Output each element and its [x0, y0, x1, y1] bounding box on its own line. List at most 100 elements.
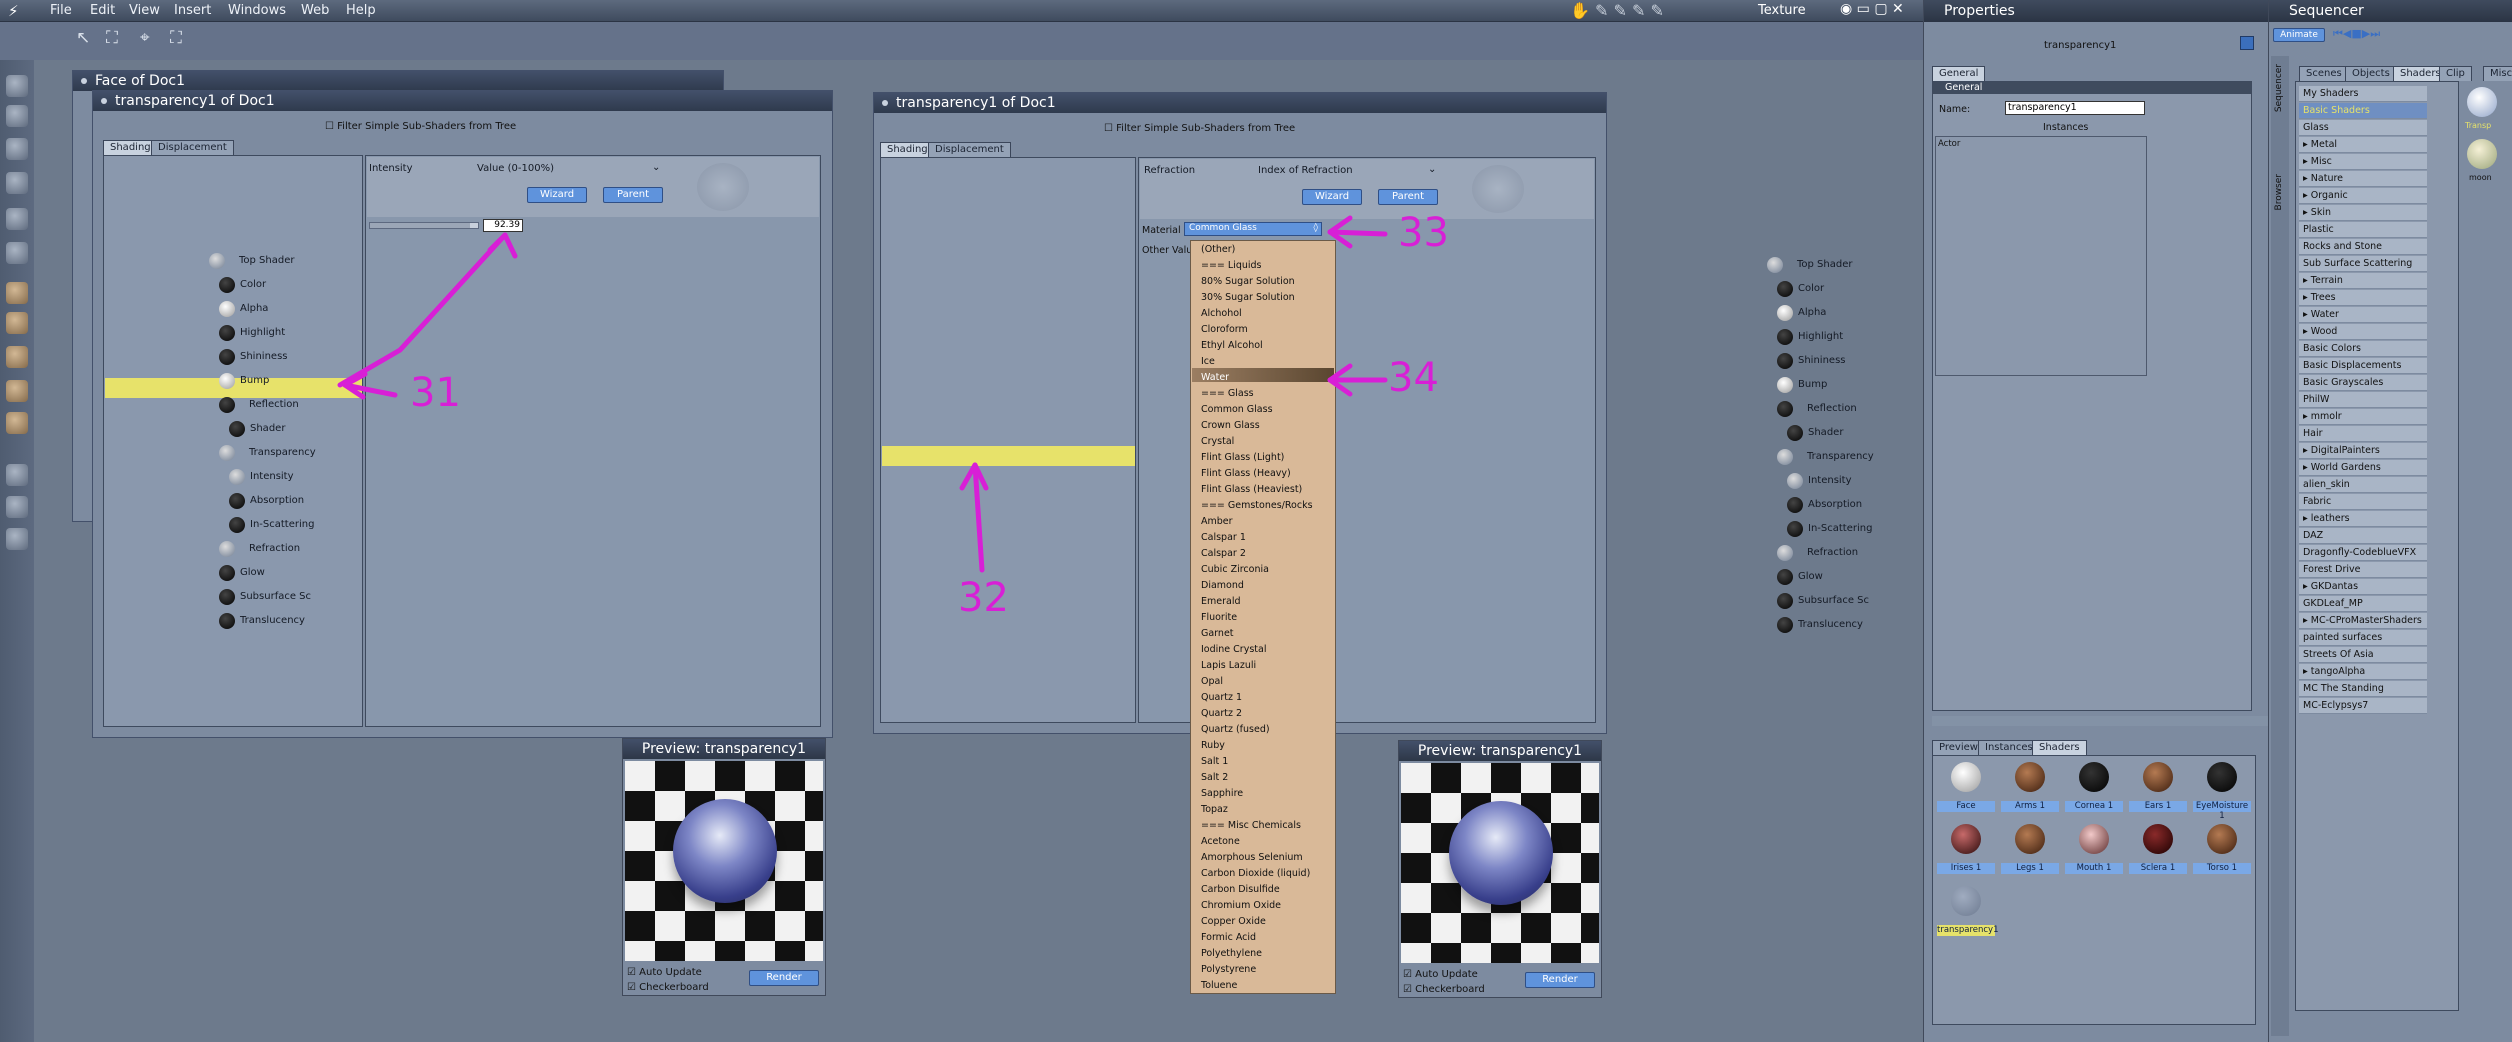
library-item-label: Basic Grayscales [2303, 377, 2384, 388]
library-item[interactable]: ▸ World Gardens [2299, 460, 2427, 476]
library-item[interactable]: ▸ Metal [2299, 137, 2427, 153]
library-item[interactable]: MC The Standing [2299, 681, 2427, 697]
expand-arrow-icon[interactable]: ▸ [2303, 207, 2311, 218]
library-item[interactable]: DAZ [2299, 528, 2427, 544]
library-item[interactable]: MC-Eclypsys7 [2299, 698, 2427, 714]
library-item[interactable]: ▸ mmolr [2299, 409, 2427, 425]
tab-shaders[interactable]: Shaders [2032, 740, 2087, 755]
library-item[interactable]: ▸ Skin [2299, 205, 2427, 221]
expand-arrow-icon[interactable]: ▸ [2303, 666, 2311, 677]
library-item[interactable]: Sub Surface Scattering [2299, 256, 2427, 272]
library-item[interactable]: ▸ Trees [2299, 290, 2427, 306]
expand-arrow-icon[interactable]: ▸ [2303, 275, 2311, 286]
library-item[interactable]: PhilW [2299, 392, 2427, 408]
expand-arrow-icon[interactable]: ▸ [2303, 462, 2311, 473]
library-item[interactable]: Forest Drive [2299, 562, 2427, 578]
tab-preview[interactable]: Preview [1932, 740, 1985, 755]
tab-instances[interactable]: Instances [1978, 740, 2040, 755]
library-item[interactable]: Basic Colors [2299, 341, 2427, 357]
shader-thumb[interactable]: EyeMoisture 1 [2193, 760, 2251, 821]
shader-thumb[interactable]: Irises 1 [1937, 822, 1995, 874]
library-item-label: Forest Drive [2303, 564, 2361, 575]
shader-thumb[interactable]: Cornea 1 [2065, 760, 2123, 812]
library-item[interactable]: ▸ GKDantas [2299, 579, 2427, 595]
tab-objects[interactable]: Objects [2345, 66, 2397, 81]
library-item[interactable]: Hair [2299, 426, 2427, 442]
library-item[interactable]: painted surfaces [2299, 630, 2427, 646]
annotation-31: 31 [410, 370, 461, 416]
side-tab-sequencer[interactable]: Sequencer [2274, 64, 2284, 112]
library-item[interactable]: Basic Shaders [2299, 103, 2427, 119]
library-item[interactable]: ▸ Water [2299, 307, 2427, 323]
splitter[interactable] [1932, 716, 2272, 726]
library-item[interactable]: Fabric [2299, 494, 2427, 510]
library-item[interactable]: My Shaders [2299, 86, 2427, 102]
expand-arrow-icon[interactable]: ▸ [2303, 615, 2311, 626]
library-item[interactable]: ▸ Misc [2299, 154, 2427, 170]
library-item[interactable]: alien_skin [2299, 477, 2427, 493]
expand-arrow-icon[interactable]: ▸ [2303, 292, 2311, 303]
library-item[interactable]: Dragonfly-CodeblueVFX [2299, 545, 2427, 561]
expand-arrow-icon[interactable]: ▸ [2303, 190, 2311, 201]
library-item[interactable]: Basic Grayscales [2299, 375, 2427, 391]
expand-arrow-icon[interactable]: ▸ [2303, 326, 2311, 337]
shader-thumb[interactable]: Torso 1 [2193, 822, 2251, 874]
expand-arrow-icon[interactable]: ▸ [2303, 445, 2311, 456]
library-item[interactable]: Plastic [2299, 222, 2427, 238]
properties-title[interactable]: Properties [1924, 0, 2269, 22]
shader-ball-icon [2207, 824, 2237, 854]
tab-clip[interactable]: Clip [2439, 66, 2472, 81]
library-item[interactable]: ▸ MC-CProMasterShaders [2299, 613, 2427, 629]
library-item[interactable]: ▸ Terrain [2299, 273, 2427, 289]
expand-arrow-icon[interactable]: ▸ [2303, 411, 2311, 422]
shader-thumb[interactable]: Ears 1 [2129, 760, 2187, 812]
shader-thumb[interactable]: Sclera 1 [2129, 822, 2187, 874]
expand-arrow-icon[interactable]: ▸ [2303, 173, 2311, 184]
shader-thumb-label: Irises 1 [1937, 863, 1995, 874]
expand-arrow-icon[interactable]: ▸ [2303, 513, 2311, 524]
shader-thumb-label: Mouth 1 [2065, 863, 2123, 874]
library-item[interactable]: Basic Displacements [2299, 358, 2427, 374]
library-item[interactable]: ▸ tangoAlpha [2299, 664, 2427, 680]
panel-menu-icon[interactable] [2240, 36, 2254, 50]
library-item-label: Basic Shaders [2303, 105, 2370, 116]
library-item[interactable]: Glass [2299, 120, 2427, 136]
tab-scenes[interactable]: Scenes [2299, 66, 2349, 81]
shader-thumb[interactable]: Arms 1 [2001, 760, 2059, 812]
side-tab-browser[interactable]: Browser [2274, 174, 2284, 210]
instances-list[interactable]: Actor [1935, 136, 2147, 376]
library-item-label: Organic [2310, 190, 2348, 201]
library-item[interactable]: Streets Of Asia [2299, 647, 2427, 663]
animate-button[interactable]: Animate [2273, 28, 2325, 42]
shader-name-heading: transparency1 [2044, 40, 2117, 51]
playback-controls-icon[interactable]: ⏮◀■▶⏭ [2333, 27, 2380, 41]
library-item[interactable]: ▸ leathers [2299, 511, 2427, 527]
library-item[interactable]: ▸ Wood [2299, 324, 2427, 340]
library-item[interactable]: ▸ Nature [2299, 171, 2427, 187]
library-item[interactable]: GKDLeaf_MP [2299, 596, 2427, 612]
library-item-label: PhilW [2303, 394, 2330, 405]
general-section-header[interactable]: General [1933, 82, 2251, 94]
sequencer-title[interactable]: Sequencer [2269, 0, 2512, 22]
library-item-label: alien_skin [2303, 479, 2350, 490]
name-input[interactable]: transparency1 [2005, 101, 2145, 115]
transp-thumb-ball[interactable] [2467, 87, 2497, 117]
library-item-label: Terrain [2310, 275, 2343, 286]
library-item-label: Metal [2310, 139, 2338, 150]
tab-general[interactable]: General [1932, 66, 1986, 81]
library-item[interactable]: ▸ Organic [2299, 188, 2427, 204]
shader-thumb[interactable]: transparency1 [1937, 884, 1999, 936]
shader-ball-icon [2143, 762, 2173, 792]
expand-arrow-icon[interactable]: ▸ [2303, 309, 2311, 320]
expand-arrow-icon[interactable]: ▸ [2303, 581, 2311, 592]
shader-thumb[interactable]: Legs 1 [2001, 822, 2059, 874]
tab-misc[interactable]: Misc [2483, 66, 2512, 81]
expand-arrow-icon[interactable]: ▸ [2303, 156, 2311, 167]
shader-thumb[interactable]: Mouth 1 [2065, 822, 2123, 874]
shader-thumb[interactable]: Face [1937, 760, 1995, 812]
library-item[interactable]: Rocks and Stone [2299, 239, 2427, 255]
library-item[interactable]: ▸ DigitalPainters [2299, 443, 2427, 459]
expand-arrow-icon[interactable]: ▸ [2303, 139, 2311, 150]
moon-thumb-label: moon [2469, 173, 2492, 182]
moon-thumb-ball[interactable] [2467, 139, 2497, 169]
